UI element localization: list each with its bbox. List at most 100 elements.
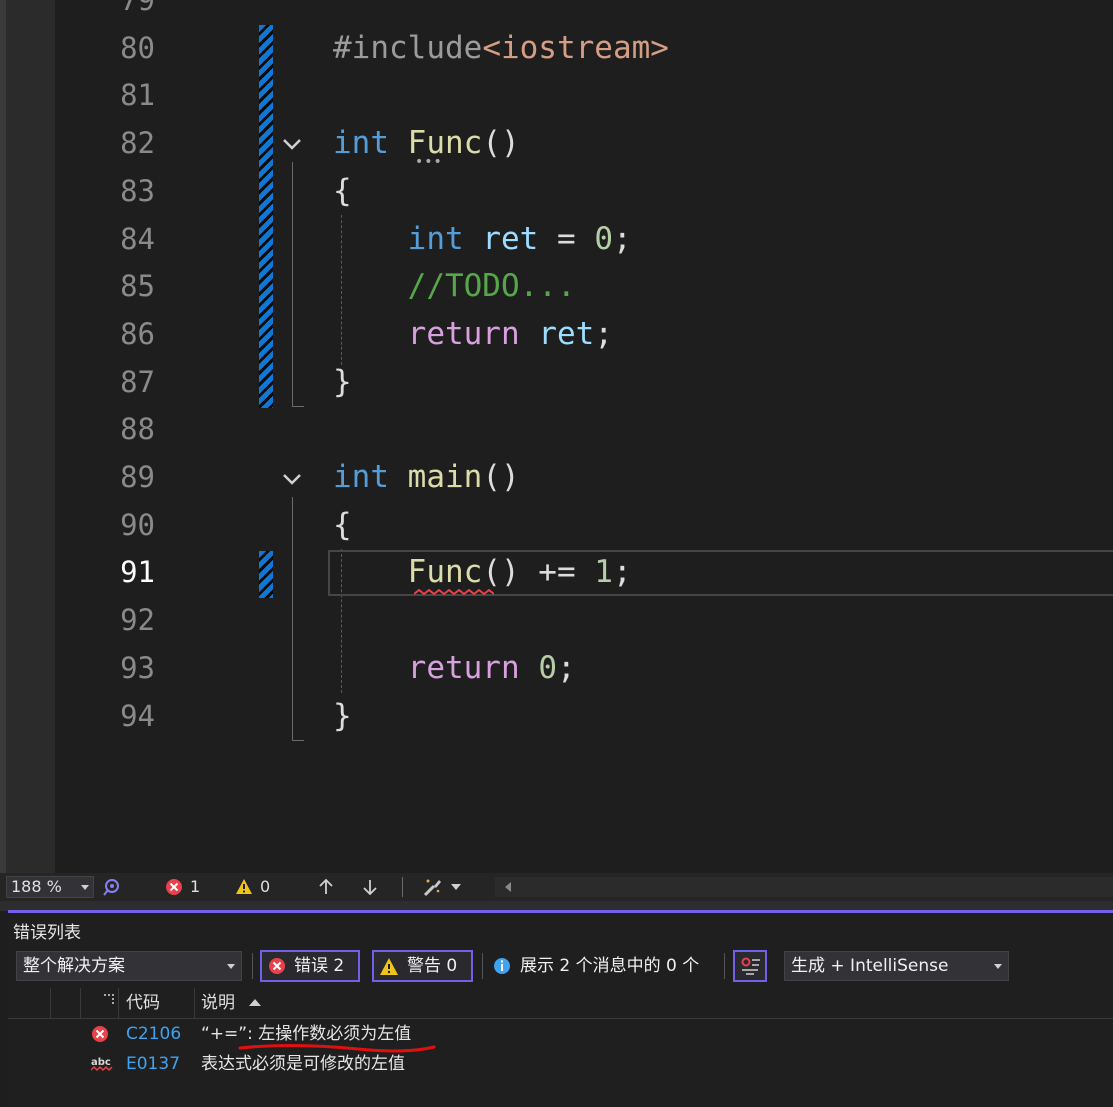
arrow-up-icon[interactable] <box>317 878 335 896</box>
code-token: main <box>407 459 483 495</box>
code-token: () <box>482 459 520 495</box>
line-number: 88 <box>120 412 155 447</box>
errors-filter-button[interactable]: 错误 2 <box>260 950 360 982</box>
code-token: ; <box>556 649 576 686</box>
error-count[interactable]: 1 <box>190 873 200 901</box>
source-dropdown[interactable]: 生成 + IntelliSense <box>784 951 1009 981</box>
code-token: () <box>482 125 520 162</box>
code-token: ; <box>612 554 632 591</box>
warning-count[interactable]: 0 <box>260 873 270 901</box>
code-token: ret <box>482 220 539 257</box>
scope-dropdown[interactable]: 整个解决方案 <box>16 951 242 981</box>
toolbar-separator <box>252 953 253 979</box>
warning-icon[interactable] <box>235 878 253 895</box>
code-token: 1 <box>594 554 613 591</box>
arrow-down-icon[interactable] <box>361 878 379 896</box>
line-number: 89 <box>120 460 155 494</box>
error-code-link[interactable]: C2106 <box>126 1019 181 1049</box>
code-cleanup-icon[interactable] <box>422 877 444 897</box>
status-separator <box>402 877 403 897</box>
error-list-panel: 错误列表 整个解决方案 错误 2 警告 0 展示 2 个消息中的 0 个 生成 … <box>8 913 1113 1107</box>
sort-ascending-icon[interactable] <box>249 999 261 1006</box>
code-text[interactable]: { <box>333 168 352 215</box>
code-editor[interactable]: 79 80 #include<iostream> 81 82 int Func () 83 {8… <box>0 0 1113 873</box>
code-text[interactable]: { <box>333 502 352 549</box>
line-number: 93 <box>120 650 155 685</box>
code-line[interactable]: 87} <box>0 359 1113 406</box>
column-divider <box>50 988 51 1018</box>
error-row[interactable]: C2106 “+=”: 左操作数必须为左值 <box>8 1019 1113 1049</box>
code-line[interactable]: 90 { <box>0 502 1113 549</box>
column-header-row: 代码 说明 <box>8 988 1113 1019</box>
code-line[interactable]: 94} <box>0 693 1113 740</box>
description-column-header[interactable]: 说明 <box>201 988 235 1018</box>
code-token: return <box>407 315 520 352</box>
code-token: } <box>333 363 352 400</box>
code-text[interactable]: int ret = 0; <box>333 216 632 263</box>
column-divider <box>194 988 195 1018</box>
code-token: ; <box>594 315 613 352</box>
code-line[interactable]: 85 //TODO... <box>0 263 1113 310</box>
code-token: { <box>333 506 352 543</box>
code-line[interactable]: 91 Func() += 1; <box>0 549 1113 596</box>
line-number: 94 <box>120 698 155 733</box>
horizontal-scrollbar[interactable] <box>495 877 1113 897</box>
code-text[interactable]: return ret; <box>333 311 613 358</box>
code-text[interactable]: int main() <box>333 454 520 501</box>
spellcheck-icon: abc <box>91 1057 113 1072</box>
code-line[interactable]: 93 return 0; <box>0 645 1113 692</box>
code-line[interactable]: 86 return ret; <box>0 311 1113 358</box>
error-icon[interactable] <box>165 878 183 896</box>
code-line[interactable]: 80 #include<iostream> <box>0 25 1113 72</box>
code-token: int <box>333 125 389 162</box>
code-text[interactable]: return 0; <box>333 645 576 692</box>
code-token: #include <box>333 29 483 66</box>
code-token: ; <box>613 220 632 257</box>
toolbar-separator <box>482 953 483 979</box>
code-column-header[interactable]: 代码 <box>126 988 160 1018</box>
code-token: 0 <box>594 220 613 257</box>
code-line[interactable]: 92 <box>0 597 1113 644</box>
code-line[interactable]: 88 <box>0 406 1113 453</box>
code-token: return <box>407 649 520 686</box>
warnings-filter-button[interactable]: 警告 0 <box>372 950 473 982</box>
code-token: int <box>407 220 464 257</box>
code-line[interactable]: 79 <box>0 0 1113 24</box>
zoom-dropdown[interactable]: 188 % <box>6 876 94 898</box>
quick-action-dots[interactable]: ••• <box>415 155 443 169</box>
scroll-left-icon[interactable] <box>505 882 511 892</box>
filter-toggle-button[interactable] <box>733 950 767 982</box>
code-text[interactable]: } <box>333 693 352 740</box>
messages-filter-button[interactable]: 展示 2 个消息中的 0 个 <box>490 950 720 982</box>
code-text[interactable]: #include<iostream> <box>333 25 669 72</box>
code-token: = <box>538 220 595 257</box>
code-line[interactable]: 81 <box>0 72 1113 119</box>
line-number: 80 <box>120 30 155 65</box>
health-icon[interactable] <box>101 877 121 897</box>
line-number: 91 <box>120 555 155 590</box>
code-text[interactable]: //TODO... <box>333 263 576 310</box>
toolbar-separator <box>724 953 725 979</box>
chevron-down-icon[interactable] <box>451 884 461 890</box>
line-number: 85 <box>120 269 155 304</box>
error-squiggle[interactable] <box>414 589 494 597</box>
code-line[interactable]: 84 int ret = 0; <box>0 216 1113 263</box>
code-token: int <box>333 459 389 495</box>
code-token: 0 <box>538 649 557 686</box>
code-line[interactable]: 83 { <box>0 168 1113 215</box>
code-token: <iostream> <box>482 29 669 66</box>
column-options-icon[interactable] <box>104 994 116 1004</box>
code-line[interactable]: 89 int main() <box>0 454 1113 501</box>
error-row[interactable]: abc E0137 表达式必须是可修改的左值 <box>8 1049 1113 1079</box>
code-text[interactable]: } <box>333 359 352 406</box>
code-line[interactable]: 82 int Func() <box>0 120 1113 167</box>
error-code-link[interactable]: E0137 <box>126 1049 180 1079</box>
